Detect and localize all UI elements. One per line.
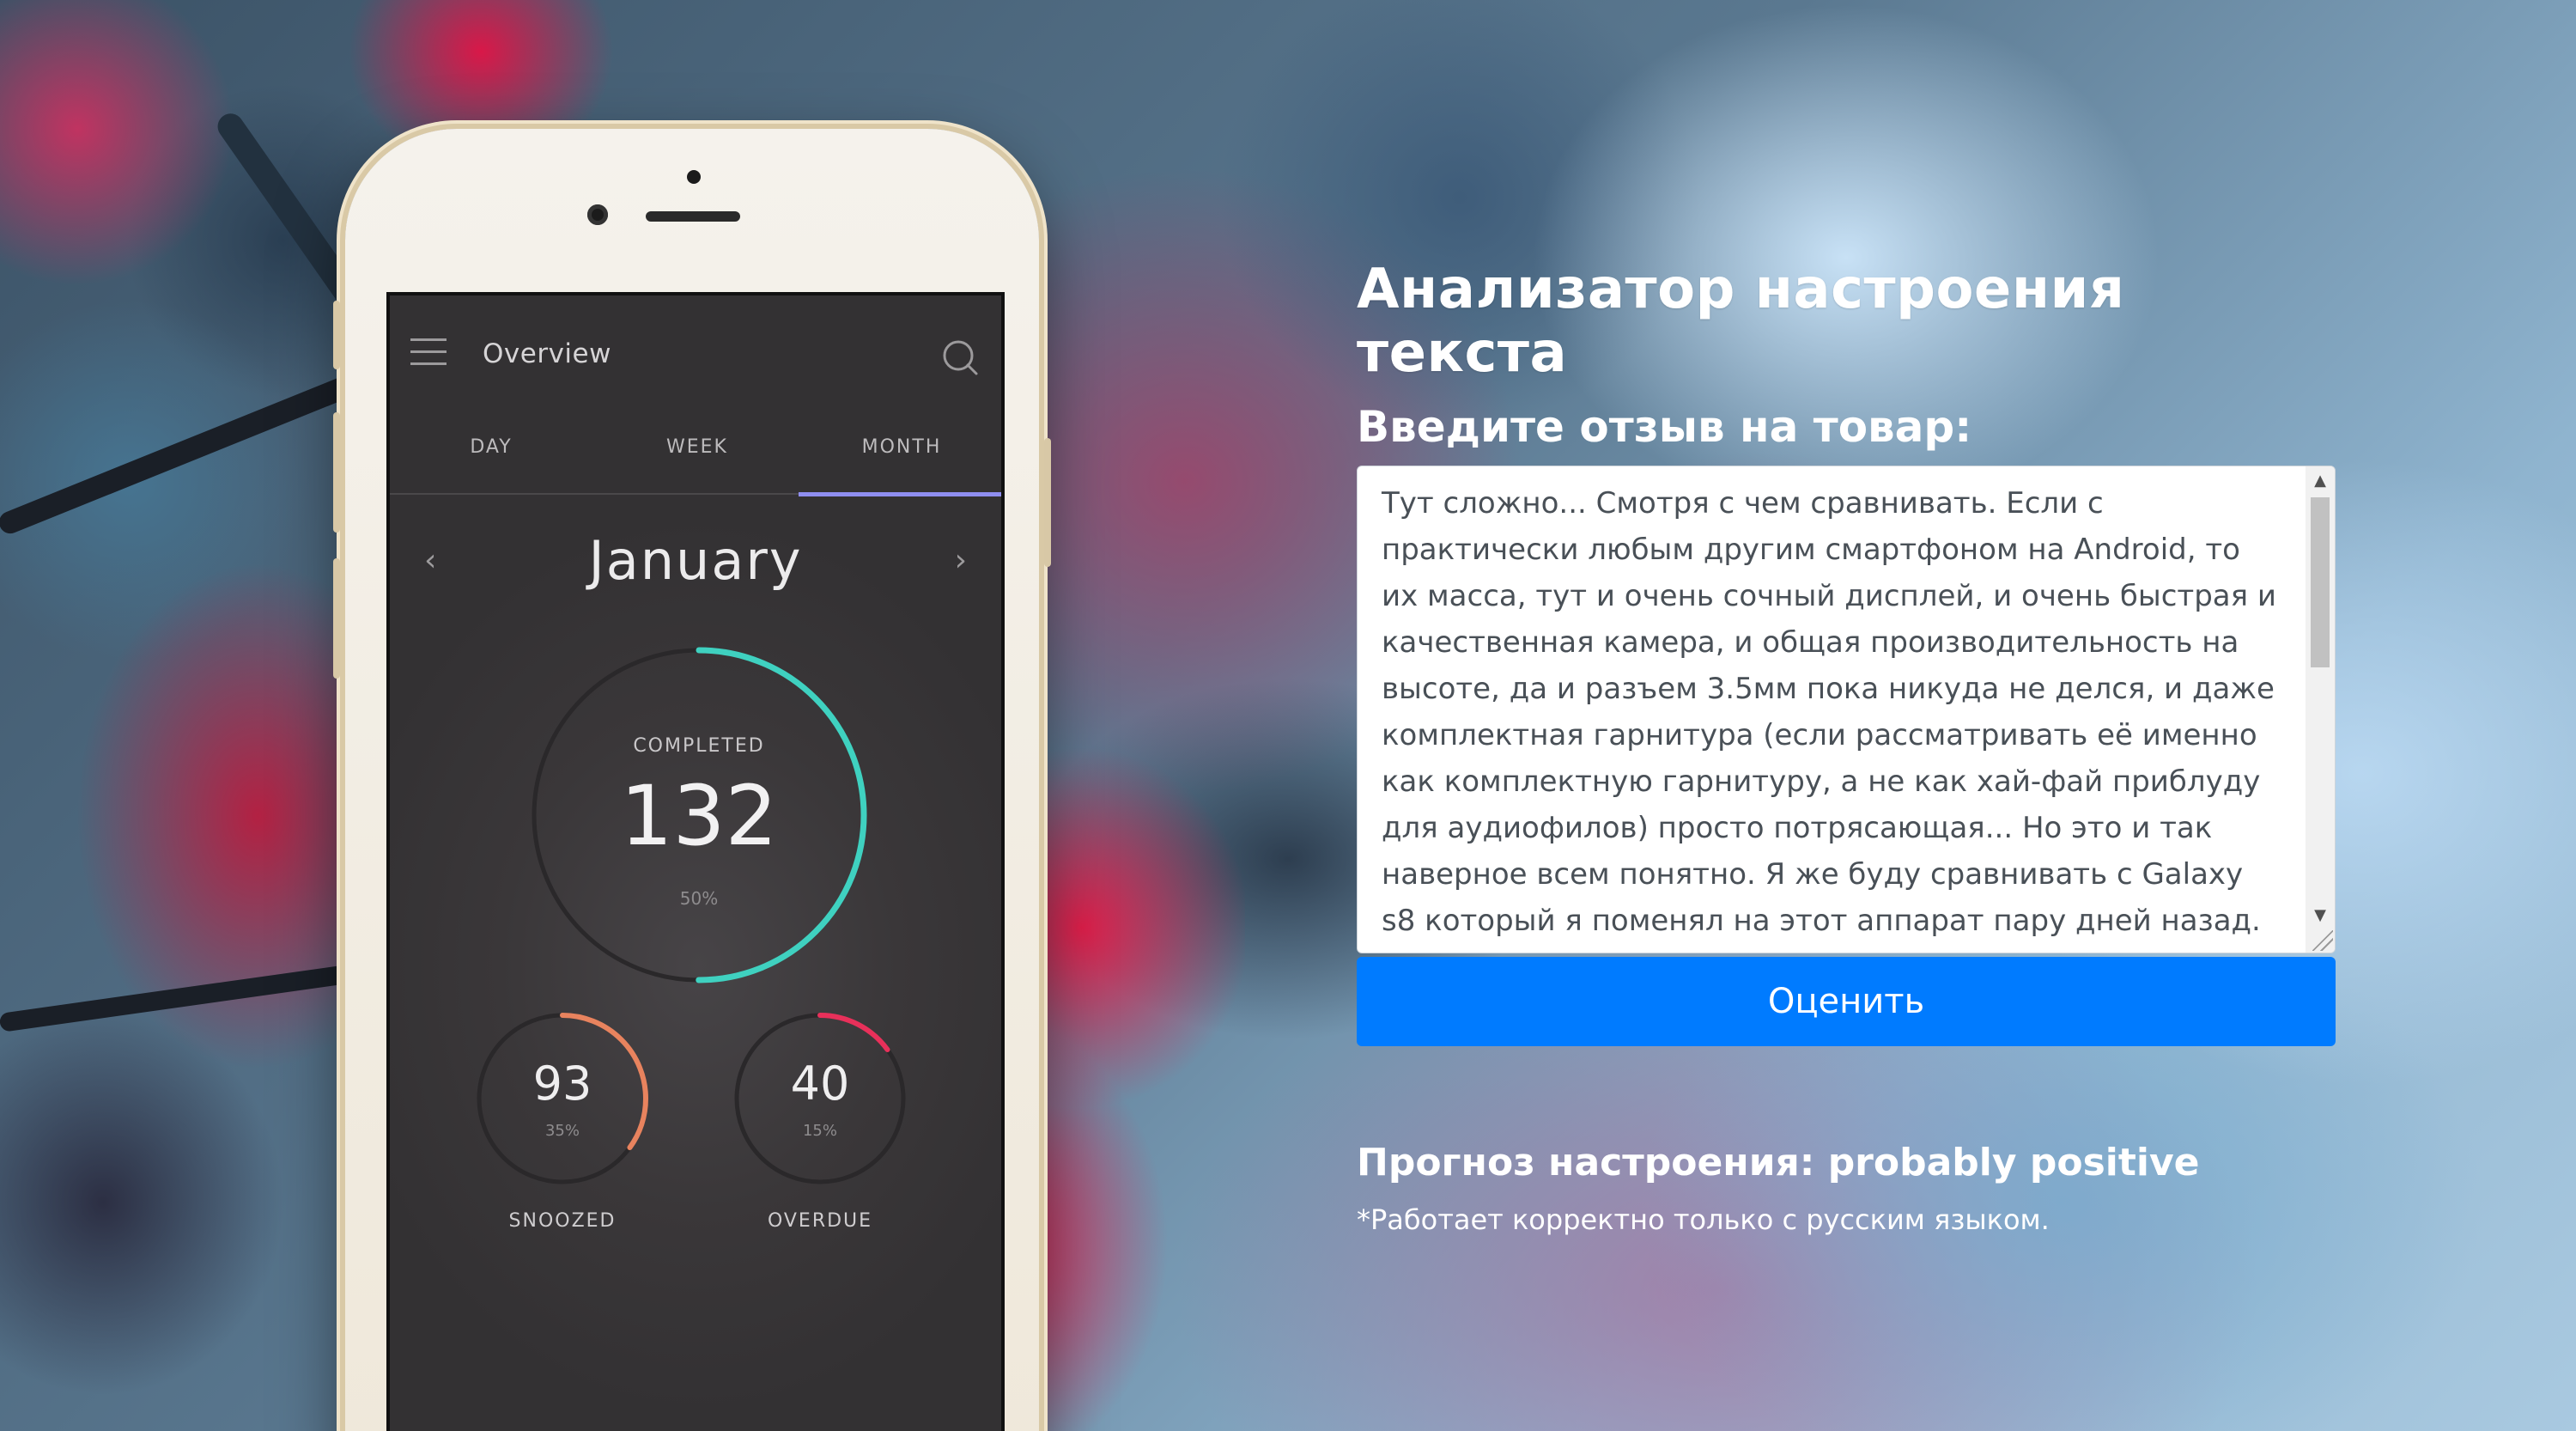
stem [0,959,393,1032]
evaluate-button[interactable]: Оценить [1357,957,2336,1046]
scroll-up-arrow-icon[interactable]: ▲ [2306,466,2335,496]
review-label: Введите отзыв на товар: [1357,402,1972,452]
scroll-down-arrow-icon[interactable]: ▼ [2306,901,2335,930]
phone-screen: Overview DAY WEEK MONTH ‹ January › COMP… [386,292,1005,1431]
phone-mockup: Overview DAY WEEK MONTH ‹ January › COMP… [333,129,1051,1431]
search-icon[interactable] [941,338,979,376]
page-background: Overview DAY WEEK MONTH ‹ January › COMP… [0,0,2576,1431]
snoozed-value: 93 [532,1057,592,1111]
chevron-right-icon[interactable]: › [955,543,967,578]
app-header: Overview [390,295,1001,399]
tab-week[interactable]: WEEK [594,436,800,458]
phone-side-button [333,412,340,533]
snoozed-percent: 35% [544,1122,580,1140]
completed-label: COMPLETED [633,735,765,757]
phone-side-button [1044,438,1051,567]
tab-day[interactable]: DAY [390,436,594,458]
active-tab-indicator [799,492,1001,496]
textarea-scrollbar[interactable]: ▲ ▼ [2306,466,2335,953]
tab-month[interactable]: MONTH [799,436,1001,458]
period-tabs: DAY WEEK MONTH [390,424,1001,496]
completed-value: 132 [620,768,778,864]
phone-sensor [687,170,701,184]
completed-percent: 50% [679,888,719,909]
analyzer-panel: Анализатор настроения текста Введите отз… [1357,258,2336,1236]
scrollbar-thumb[interactable] [2311,497,2330,667]
overdue-value: 40 [790,1057,850,1111]
month-selector: ‹ January › [390,519,1001,605]
phone-side-button [333,301,340,369]
review-textarea[interactable]: Тут сложно... Смотря с чем сравнивать. Е… [1358,466,2307,953]
review-textarea-container: Тут сложно... Смотря с чем сравнивать. Е… [1357,466,2336,953]
phone-speaker [646,211,740,222]
phone-side-button [333,558,340,679]
month-label: January [588,529,803,592]
overdue-label: OVERDUE [767,1210,873,1232]
resize-grip-icon[interactable] [2312,930,2333,951]
app-title: Overview [483,338,611,369]
hamburger-menu-icon[interactable] [410,338,447,368]
front-camera [587,204,608,225]
sentiment-prediction: Прогноз настроения: probably positive [1357,1141,2200,1184]
page-title: Анализатор настроения текста [1357,258,2125,385]
snoozed-label: SNOOZED [508,1210,617,1232]
language-note: *Работает корректно только с русским язы… [1357,1203,2050,1236]
overdue-percent: 15% [802,1122,837,1140]
